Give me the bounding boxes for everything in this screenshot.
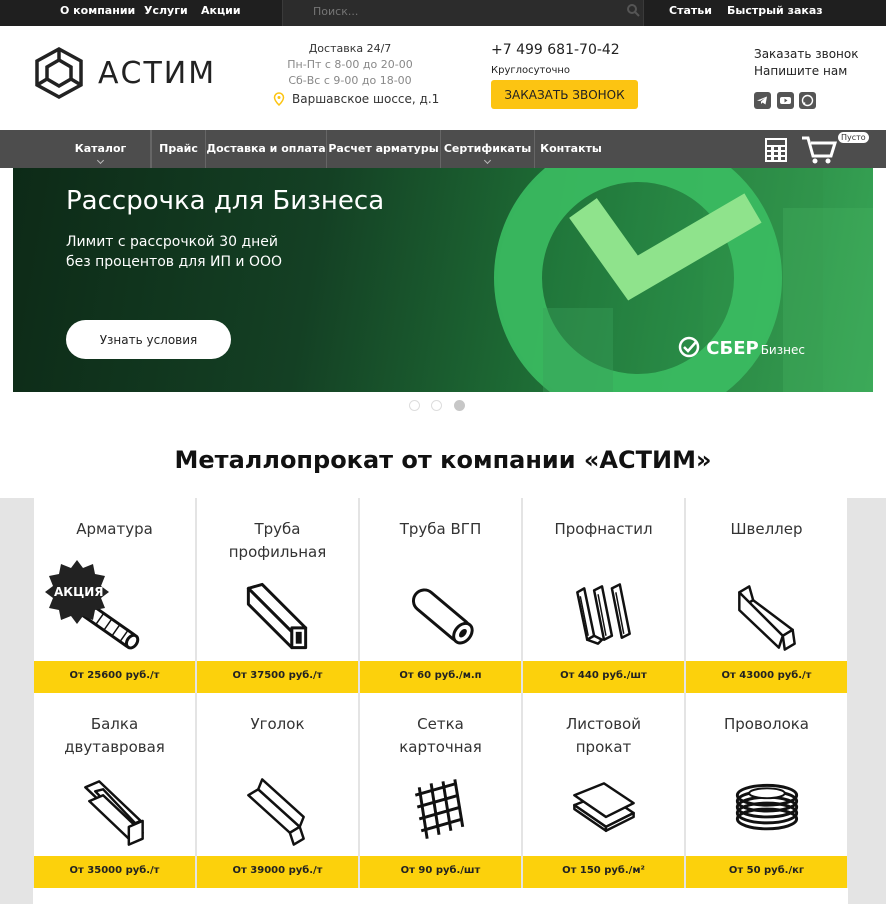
sber-check-icon	[678, 336, 700, 358]
product-card-corrugated-sheet[interactable]: Профнастил От 440 руб./шт	[522, 498, 685, 693]
product-card-angle[interactable]: Уголок От 39000 руб./т	[196, 693, 359, 888]
product-price: От 60 руб./м.п	[360, 661, 521, 693]
topbar-link-about[interactable]: О компании	[60, 4, 135, 17]
product-card-sheet-metal[interactable]: Листовой прокат От 150 руб./м²	[522, 693, 685, 888]
sber-brand-sub: Бизнес	[760, 343, 805, 357]
topbar-link-quick-order[interactable]: Быстрый заказ	[727, 4, 823, 17]
nav-item-rebar-calc[interactable]: Расчет арматуры	[327, 130, 441, 168]
whatsapp-icon[interactable]	[799, 92, 816, 109]
product-name: Уголок	[250, 715, 305, 733]
sber-brand-name: СБЕР	[706, 338, 759, 359]
search-icon[interactable]	[626, 3, 640, 17]
logo-icon[interactable]	[31, 45, 87, 101]
header: АСТИМ Доставка 24/7 Пн-Пт с 8-00 до 20-0…	[0, 26, 886, 130]
slider-dot-2[interactable]	[431, 400, 442, 411]
product-price: От 90 руб./шт	[360, 856, 521, 888]
product-card-i-beam[interactable]: Балка двутавровая От 35000 руб./т	[33, 693, 196, 888]
learn-terms-button[interactable]: Узнать условия	[66, 320, 231, 359]
write-us-link[interactable]: Напишите нам	[754, 64, 847, 78]
chevron-down-icon	[483, 156, 491, 165]
order-call-link[interactable]: Заказать звонок	[754, 47, 859, 61]
hours-weekdays: Пн-Пт с 8-00 до 20-00	[287, 58, 413, 71]
corrugated-sheet-icon	[576, 583, 631, 645]
hours-weekends: Сб-Вс с 9-00 до 18-00	[288, 74, 412, 87]
nav-item-label: Контакты	[540, 142, 602, 155]
calculator-icon[interactable]	[764, 137, 788, 163]
product-name: Швеллер	[730, 520, 803, 538]
sheet-metal-icon	[573, 782, 635, 833]
product-price: От 35000 руб./т	[34, 856, 195, 888]
location-pin-icon	[273, 92, 285, 106]
nav-item-price[interactable]: Прайс	[151, 130, 206, 168]
nav-item-label: Каталог	[74, 142, 127, 155]
banner-title: Рассрочка для Бизнеса	[66, 186, 385, 216]
product-price: От 50 руб./кг	[686, 856, 847, 888]
chevron-down-icon	[96, 156, 104, 165]
product-price: От 440 руб./шт	[523, 661, 684, 693]
product-card-vgp-pipe[interactable]: Труба ВГП От 60 руб./м.п	[359, 498, 522, 693]
next-row-edge	[33, 888, 848, 904]
angle-icon	[247, 778, 305, 846]
youtube-icon[interactable]	[777, 92, 794, 109]
main-nav: Каталог Прайс Доставка и оплата Расчет а…	[0, 130, 886, 168]
cart-icon[interactable]	[801, 135, 837, 165]
banner-text-line2: без процентов для ИП и ООО	[66, 254, 283, 270]
nav-item-label: Прайс	[159, 142, 198, 155]
nav-item-certificates[interactable]: Сертификаты	[441, 130, 535, 168]
promo-badge-label: АКЦИЯ	[54, 585, 104, 599]
brand-name[interactable]: АСТИМ	[98, 56, 216, 91]
nav-item-label: Расчет арматуры	[328, 142, 439, 155]
top-bar: О компании Услуги Акции Статьи Быстрый з…	[0, 0, 886, 26]
profile-pipe-icon	[246, 582, 308, 650]
product-name: Балка двутавровая	[64, 715, 165, 756]
product-card-rebar[interactable]: Арматура АКЦИЯ От 25600 руб./т	[33, 498, 196, 693]
product-card-wire[interactable]: Проволока От 50 руб./кг	[685, 693, 848, 888]
i-beam-icon	[84, 780, 144, 846]
slider-dot-3[interactable]	[454, 400, 465, 411]
nav-item-contacts[interactable]: Контакты	[535, 130, 607, 168]
sber-logo-graphic	[494, 168, 873, 392]
slider-dot-1[interactable]	[409, 400, 420, 411]
product-grid: Арматура АКЦИЯ От 25600 руб./т Труба проф…	[0, 498, 886, 904]
product-price: От 150 руб./м²	[523, 856, 684, 888]
order-call-button[interactable]: ЗАКАЗАТЬ ЗВОНОК	[491, 80, 638, 109]
nav-item-label: Сертификаты	[443, 142, 532, 155]
product-name: Листовой прокат	[566, 715, 641, 756]
address: Варшавское шоссе, д.1	[292, 92, 440, 106]
all-day-label: Круглосуточно	[491, 65, 571, 76]
topbar-link-promos[interactable]: Акции	[201, 4, 241, 17]
topbar-link-services[interactable]: Услуги	[144, 4, 188, 17]
search-input[interactable]	[313, 5, 613, 18]
product-price: От 25600 руб./т	[34, 661, 195, 693]
round-pipe-icon	[411, 588, 474, 645]
product-price: От 43000 руб./т	[686, 661, 847, 693]
nav-item-delivery[interactable]: Доставка и оплата	[206, 130, 327, 168]
product-name: Труба профильная	[228, 520, 327, 561]
channel-icon	[738, 585, 796, 651]
nav-item-catalog[interactable]: Каталог	[51, 130, 151, 168]
cart-badge: Пусто	[838, 132, 869, 143]
product-card-channel[interactable]: Швеллер От 43000 руб./т	[685, 498, 848, 693]
phone-number[interactable]: +7 499 681-70-42	[491, 42, 620, 58]
product-name: Труба ВГП	[399, 520, 482, 538]
banner-text-line1: Лимит с рассрочкой 30 дней	[66, 234, 279, 250]
search-box	[282, 0, 644, 26]
promo-banner[interactable]: Рассрочка для Бизнеса Лимит с рассрочкой…	[13, 168, 873, 392]
mesh-icon	[414, 779, 465, 839]
nav-item-label: Доставка и оплата	[206, 142, 326, 155]
delivery-text: Доставка 24/7	[308, 42, 392, 55]
topbar-link-articles[interactable]: Статьи	[669, 4, 712, 17]
product-name: Профнастил	[554, 520, 653, 538]
product-name: Проволока	[723, 715, 809, 733]
product-name: Арматура	[76, 520, 153, 538]
product-card-profile-pipe[interactable]: Труба профильная От 37500 руб./т	[196, 498, 359, 693]
wire-coil-icon	[735, 783, 799, 831]
product-name: Сетка карточная	[399, 715, 482, 756]
section-title: Металлопрокат от компании «АСТИМ»	[174, 446, 712, 474]
telegram-icon[interactable]	[754, 92, 771, 109]
product-card-mesh[interactable]: Сетка карточная От 90 руб./шт	[359, 693, 522, 888]
product-price: От 39000 руб./т	[197, 856, 358, 888]
sber-brand: СБЕР Бизнес	[678, 336, 805, 359]
product-price: От 37500 руб./т	[197, 661, 358, 693]
